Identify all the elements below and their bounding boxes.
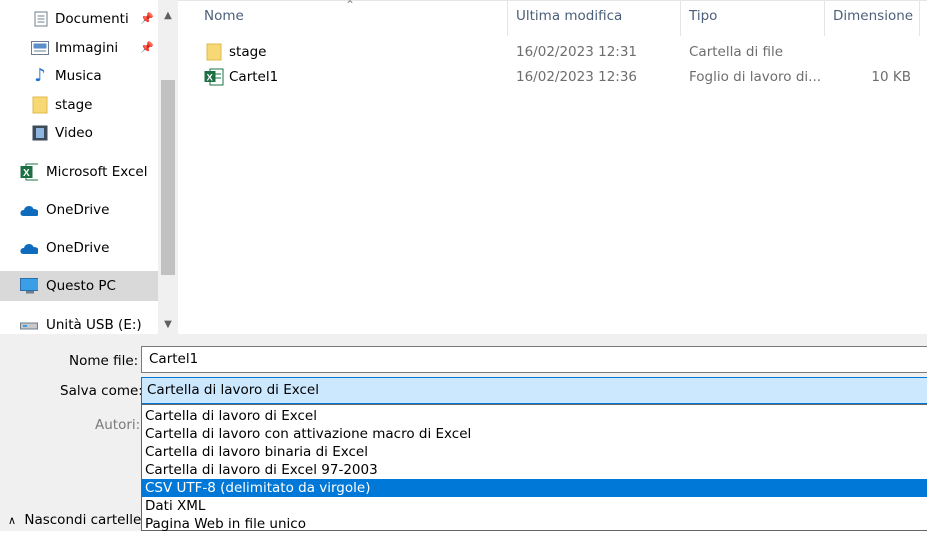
dropdown-option[interactable]: Cartella di lavoro di Excel [142, 407, 927, 425]
authors-label: Autori: [95, 417, 141, 433]
file-modified: 16/02/2023 12:36 [516, 69, 638, 85]
column-divider[interactable] [507, 0, 508, 36]
svg-text:X: X [207, 73, 214, 84]
column-header-modified[interactable]: Ultima modifica [516, 8, 622, 30]
filename-label: Nome file: [69, 353, 139, 369]
saveas-label: Salva come: [60, 383, 143, 399]
folder-icon [206, 43, 222, 65]
chevron-up-icon: ∧ [8, 514, 17, 527]
computer-icon [20, 277, 38, 295]
navigation-pane: Documenti 📌 Immagini 📌 ♪ Musica stage Vi… [0, 0, 158, 334]
sidebar-item-label: Microsoft Excel [46, 163, 148, 180]
scroll-down-icon[interactable]: ▼ [158, 315, 178, 333]
column-divider[interactable] [824, 0, 825, 36]
onedrive-icon [20, 201, 38, 219]
file-row[interactable]: stage 16/02/2023 12:31 Cartella di file [178, 41, 923, 65]
video-icon [31, 124, 49, 142]
onedrive-icon [20, 239, 38, 257]
pictures-icon [31, 39, 49, 57]
sidebar-item-microsoft-excel[interactable]: X Microsoft Excel [0, 157, 158, 186]
column-header-type[interactable]: Tipo [689, 8, 717, 30]
dropdown-option-highlighted[interactable]: CSV UTF-8 (delimitato da virgole) [142, 479, 927, 497]
scrollbar-thumb[interactable] [161, 80, 175, 275]
sidebar-item-label: Questo PC [46, 278, 116, 294]
sidebar-item-label: OneDrive [46, 239, 110, 256]
sidebar-item-label: Video [55, 124, 93, 141]
saveas-select[interactable]: Cartella di lavoro di Excel [141, 377, 927, 404]
column-divider[interactable] [919, 0, 920, 36]
column-header-size[interactable]: Dimensione [833, 8, 913, 30]
sidebar-item-musica[interactable]: ♪ Musica [0, 61, 158, 90]
folder-icon [31, 96, 49, 114]
saveas-selected-value: Cartella di lavoro di Excel [147, 382, 319, 398]
sidebar-item-video[interactable]: Video [0, 118, 158, 147]
sidebar-item-questo-pc[interactable]: Questo PC [0, 271, 158, 301]
usb-drive-icon [20, 316, 38, 334]
scroll-up-icon[interactable]: ▲ [158, 6, 178, 24]
pin-icon: 📌 [140, 41, 154, 54]
sidebar-item-label: Immagini [55, 39, 119, 56]
music-icon: ♪ [34, 65, 46, 86]
sidebar-item-label: Documenti [55, 10, 129, 27]
dropdown-option[interactable]: Cartella di lavoro con attivazione macro… [142, 425, 927, 443]
sidebar-item-label: stage [55, 96, 93, 113]
sidebar-item-label: Unità USB (E:) [46, 316, 142, 333]
sidebar-item-label: Musica [55, 67, 102, 84]
sort-ascending-icon: ⌃ [345, 0, 356, 12]
hide-folders-label: Nascondi cartelle [24, 512, 142, 528]
hide-folders-button[interactable]: ∧ Nascondi cartelle [8, 512, 141, 528]
sidebar-item-stage[interactable]: stage [0, 90, 158, 119]
column-header-name[interactable]: Nome [204, 8, 244, 30]
sidebar-item-immagini[interactable]: Immagini 📌 [0, 33, 158, 62]
file-name: stage [229, 44, 267, 60]
dropdown-option[interactable]: Pagina Web in file unico [142, 515, 927, 533]
sidebar-item-onedrive[interactable]: OneDrive [0, 195, 158, 224]
file-type: Foglio di lavoro di... [689, 69, 822, 85]
pin-icon: 📌 [140, 12, 154, 25]
document-icon [32, 10, 50, 28]
file-modified: 16/02/2023 12:31 [516, 44, 638, 60]
file-type: Cartella di file [689, 44, 784, 60]
excel-file-icon: X [204, 68, 224, 90]
filename-value: Cartel1 [149, 351, 199, 367]
svg-text:X: X [23, 168, 30, 179]
filename-input[interactable]: Cartel1 [141, 346, 927, 373]
column-divider[interactable] [680, 0, 681, 36]
file-size: 10 KB [871, 69, 911, 85]
dropdown-option[interactable]: Cartella di lavoro binaria di Excel [142, 443, 927, 461]
file-name: Cartel1 [229, 69, 279, 85]
sidebar-item-label: OneDrive [46, 201, 110, 218]
dropdown-option[interactable]: Dati XML [142, 497, 927, 515]
dropdown-option[interactable]: Cartella di lavoro di Excel 97-2003 [142, 461, 927, 479]
saveas-dropdown-list: Cartella di lavoro di Excel Cartella di … [141, 404, 927, 533]
file-row[interactable]: X Cartel1 16/02/2023 12:36 Foglio di lav… [178, 66, 923, 90]
sidebar-item-onedrive[interactable]: OneDrive [0, 233, 158, 262]
excel-icon: X [20, 163, 38, 181]
sidebar-item-documenti[interactable]: Documenti 📌 [0, 4, 158, 33]
